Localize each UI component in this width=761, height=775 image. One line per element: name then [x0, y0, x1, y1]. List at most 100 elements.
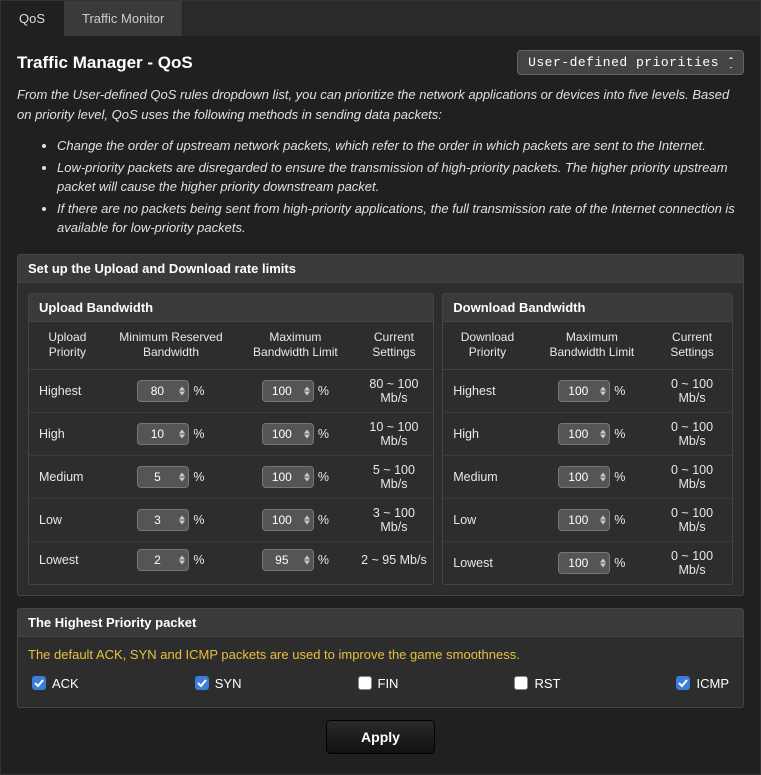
highest-priority-panel: The Highest Priority packet The default …: [17, 608, 744, 708]
current-settings: 0 ~ 100 Mb/s: [652, 498, 732, 541]
checkbox-icon[interactable]: [358, 676, 372, 690]
table-row: High%% 10 ~ 100 Mb/s: [29, 412, 433, 455]
current-settings: 2 ~ 95 Mb/s: [355, 541, 434, 578]
checkbox-fin[interactable]: FIN: [358, 676, 399, 691]
priority-label: High: [443, 412, 531, 455]
percent-label: %: [193, 513, 204, 527]
apply-button[interactable]: Apply: [326, 720, 435, 754]
stepper-arrows-icon[interactable]: [600, 515, 606, 524]
percent-label: %: [614, 427, 625, 441]
table-row: High% 0 ~ 100 Mb/s: [443, 412, 732, 455]
table-row: Lowest%%2 ~ 95 Mb/s: [29, 541, 433, 578]
stepper-arrows-icon[interactable]: [600, 472, 606, 481]
stepper-arrows-icon[interactable]: [304, 555, 310, 564]
download-table: Download Priority Maximum Bandwidth Limi…: [443, 322, 732, 584]
table-row: Lowest% 0 ~ 100 Mb/s: [443, 541, 732, 584]
percent-label: %: [614, 556, 625, 570]
checkbox-rst[interactable]: RST: [514, 676, 560, 691]
table-row: Medium% 0 ~ 100 Mb/s: [443, 455, 732, 498]
percent-label: %: [614, 470, 625, 484]
upload-bandwidth-box: Upload Bandwidth Upload Priority Minimum…: [28, 293, 434, 585]
current-settings: 80 ~ 100 Mb/s: [355, 369, 434, 412]
current-settings: 0 ~ 100 Mb/s: [652, 369, 732, 412]
priority-label: Low: [29, 498, 106, 541]
checkbox-icon[interactable]: [32, 676, 46, 690]
priority-label: Highest: [29, 369, 106, 412]
rate-limits-panel: Set up the Upload and Download rate limi…: [17, 254, 744, 596]
col-download-priority: Download Priority: [443, 322, 531, 370]
tab-qos[interactable]: QoS: [1, 1, 64, 36]
current-settings: 5 ~ 100 Mb/s: [355, 455, 434, 498]
col-current: Current Settings: [355, 322, 434, 370]
stepper-arrows-icon[interactable]: [600, 558, 606, 567]
intro-bullets: Change the order of upstream network pac…: [17, 136, 744, 238]
priority-label: Medium: [29, 455, 106, 498]
download-title: Download Bandwidth: [443, 294, 732, 322]
highest-priority-title: The Highest Priority packet: [18, 609, 743, 637]
download-bandwidth-box: Download Bandwidth Download Priority Max…: [442, 293, 733, 585]
percent-label: %: [318, 513, 329, 527]
stepper-arrows-icon[interactable]: [179, 429, 185, 438]
percent-label: %: [318, 427, 329, 441]
page-title: Traffic Manager - QoS: [17, 53, 193, 73]
priority-label: Low: [443, 498, 531, 541]
bullet-item: Change the order of upstream network pac…: [57, 136, 744, 156]
stepper-arrows-icon[interactable]: [304, 429, 310, 438]
stepper-arrows-icon[interactable]: [179, 386, 185, 395]
checkbox-icon[interactable]: [676, 676, 690, 690]
checkbox-icmp[interactable]: ICMP: [676, 676, 729, 691]
stepper-arrows-icon[interactable]: [600, 429, 606, 438]
table-row: Highest%0 ~ 100 Mb/s: [443, 369, 732, 412]
checkbox-label: RST: [534, 676, 560, 691]
percent-label: %: [193, 553, 204, 567]
checkbox-icon[interactable]: [514, 676, 528, 690]
priority-label: Lowest: [29, 541, 106, 578]
stepper-arrows-icon[interactable]: [179, 472, 185, 481]
percent-label: %: [193, 427, 204, 441]
col-max-limit: Maximum Bandwidth Limit: [236, 322, 354, 370]
col-current: Current Settings: [652, 322, 732, 370]
current-settings: 0 ~ 100 Mb/s: [652, 412, 732, 455]
stepper-arrows-icon[interactable]: [304, 515, 310, 524]
priority-label: Highest: [443, 369, 531, 412]
checkbox-icon[interactable]: [195, 676, 209, 690]
checkbox-label: SYN: [215, 676, 242, 691]
table-row: Highest%% 80 ~ 100 Mb/s: [29, 369, 433, 412]
tab-traffic-monitor[interactable]: Traffic Monitor: [64, 1, 183, 36]
checkbox-label: ICMP: [696, 676, 729, 691]
col-upload-priority: Upload Priority: [29, 322, 106, 370]
current-settings: 0 ~ 100 Mb/s: [652, 541, 732, 584]
current-settings: 10 ~ 100 Mb/s: [355, 412, 434, 455]
current-settings: 0 ~ 100 Mb/s: [652, 455, 732, 498]
tab-bar: QoS Traffic Monitor: [1, 1, 760, 36]
percent-label: %: [318, 384, 329, 398]
priority-label: Lowest: [443, 541, 531, 584]
stepper-arrows-icon[interactable]: [304, 472, 310, 481]
stepper-arrows-icon[interactable]: [179, 515, 185, 524]
percent-label: %: [318, 470, 329, 484]
bullet-item: If there are no packets being sent from …: [57, 199, 744, 238]
table-row: Low% 0 ~ 100 Mb/s: [443, 498, 732, 541]
priority-mode-dropdown[interactable]: User-defined priorities: [517, 50, 744, 75]
percent-label: %: [614, 513, 625, 527]
checkbox-ack[interactable]: ACK: [32, 676, 79, 691]
checkbox-syn[interactable]: SYN: [195, 676, 242, 691]
table-row: Medium%% 5 ~ 100 Mb/s: [29, 455, 433, 498]
table-row: Low%% 3 ~ 100 Mb/s: [29, 498, 433, 541]
checkbox-label: ACK: [52, 676, 79, 691]
stepper-arrows-icon[interactable]: [179, 555, 185, 564]
bullet-item: Low-priority packets are disregarded to …: [57, 158, 744, 197]
percent-label: %: [193, 384, 204, 398]
stepper-arrows-icon[interactable]: [304, 386, 310, 395]
col-max-limit: Maximum Bandwidth Limit: [532, 322, 652, 370]
priority-label: Medium: [443, 455, 531, 498]
percent-label: %: [193, 470, 204, 484]
checkbox-label: FIN: [378, 676, 399, 691]
current-settings: 3 ~ 100 Mb/s: [355, 498, 434, 541]
upload-table: Upload Priority Minimum Reserved Bandwid…: [29, 322, 433, 578]
intro-text: From the User-defined QoS rules dropdown…: [17, 85, 744, 124]
priority-label: High: [29, 412, 106, 455]
col-min-reserved: Minimum Reserved Bandwidth: [106, 322, 237, 370]
highest-priority-text: The default ACK, SYN and ICMP packets ar…: [28, 647, 733, 662]
stepper-arrows-icon[interactable]: [600, 386, 606, 395]
